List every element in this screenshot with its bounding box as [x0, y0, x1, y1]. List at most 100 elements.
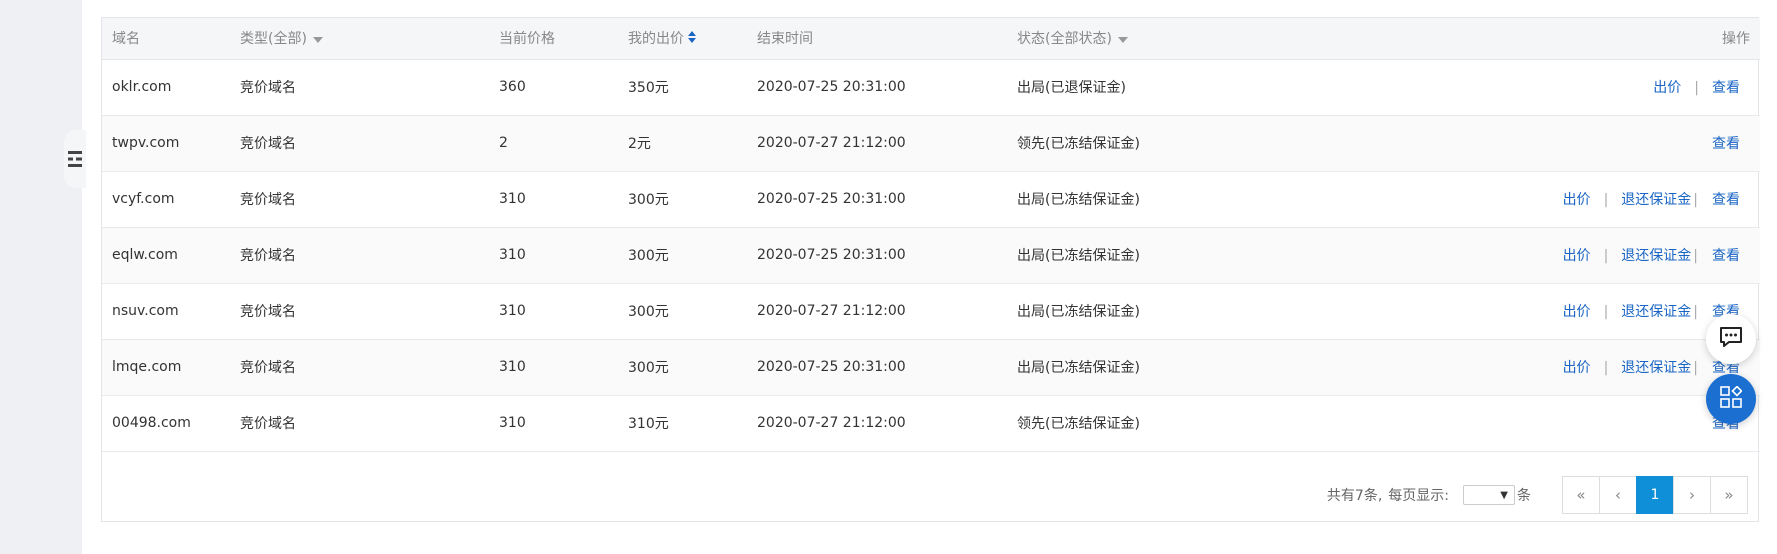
per-page-label: 每页显示: [1388, 488, 1449, 504]
cell-end-time: 2020-07-27 21:12:00 [747, 395, 1007, 452]
cell-current-price: 310 [489, 227, 618, 284]
caret-down-icon [1117, 31, 1128, 47]
pagination: 共有7条, 每页显示: ▼ 条 « ‹ 1 › » [102, 469, 1758, 521]
cell-status: 出局(已冻结保证金) [1007, 339, 1497, 396]
left-sidebar [0, 0, 82, 554]
action-separator: | [1603, 304, 1609, 320]
cell-end-time: 2020-07-25 20:31:00 [747, 59, 1007, 116]
bid-link[interactable]: 出价 [1653, 80, 1681, 96]
last-page-button[interactable]: » [1710, 476, 1748, 514]
column-header-status[interactable]: 状态(全部状态) [1007, 18, 1497, 60]
cell-current-price: 310 [489, 395, 618, 452]
table-row: eqlw.com 竞价域名 310 300元 2020-07-25 20:31:… [102, 227, 1760, 284]
apps-grid-icon [1720, 385, 1743, 412]
column-header-my-bid-label: 我的出价 [628, 31, 684, 48]
cell-current-price: 310 [489, 339, 618, 396]
chat-button[interactable] [1706, 314, 1756, 364]
column-header-my-bid[interactable]: 我的出价 [618, 18, 747, 60]
first-page-button[interactable]: « [1562, 476, 1600, 514]
bid-link[interactable]: 出价 [1563, 248, 1591, 264]
cell-actions: 出价 | 退还保证金 | 查看 [1497, 227, 1760, 284]
cell-domain: eqlw.com [102, 227, 230, 284]
cell-my-bid: 300元 [618, 227, 747, 284]
page-1-button[interactable]: 1 [1636, 476, 1674, 514]
action-separator: | [1693, 192, 1698, 208]
cell-domain: twpv.com [102, 115, 230, 172]
refund-deposit-link[interactable]: 退还保证金 [1621, 304, 1691, 320]
cell-type: 竞价域名 [230, 227, 489, 284]
per-page-select[interactable]: ▼ [1463, 485, 1515, 505]
table-row: lmqe.com 竞价域名 310 300元 2020-07-25 20:31:… [102, 339, 1760, 396]
cell-my-bid: 300元 [618, 283, 747, 340]
refund-deposit-link[interactable]: 退还保证金 [1621, 248, 1691, 264]
cell-end-time: 2020-07-25 20:31:00 [747, 227, 1007, 284]
apps-button[interactable] [1706, 374, 1756, 424]
cell-domain: oklr.com [102, 59, 230, 116]
view-link[interactable]: 查看 [1712, 192, 1740, 208]
cell-domain: vcyf.com [102, 171, 230, 228]
table-row: oklr.com 竞价域名 360 350元 2020-07-25 20:31:… [102, 59, 1760, 116]
column-header-type-label: 类型(全部) [240, 31, 307, 48]
cell-status: 出局(已冻结保证金) [1007, 283, 1497, 340]
action-separator: | [1693, 360, 1698, 376]
refund-deposit-link[interactable]: 退还保证金 [1621, 360, 1691, 376]
per-page-unit: 条 [1517, 488, 1531, 504]
page-buttons: « ‹ 1 › » [1562, 476, 1748, 514]
column-header-domain: 域名 [102, 18, 230, 60]
chat-bubble-icon [1719, 326, 1743, 352]
bid-link[interactable]: 出价 [1563, 304, 1591, 320]
view-link[interactable]: 查看 [1712, 136, 1740, 152]
cell-type: 竞价域名 [230, 59, 489, 116]
cell-actions: 查看 [1497, 115, 1760, 172]
cell-end-time: 2020-07-27 21:12:00 [747, 283, 1007, 340]
column-header-current-price: 当前价格 [489, 18, 618, 60]
cell-domain: lmqe.com [102, 339, 230, 396]
sidebar-toggle[interactable] [64, 130, 86, 188]
cell-my-bid: 300元 [618, 339, 747, 396]
cell-status: 领先(已冻结保证金) [1007, 395, 1497, 452]
table-header-row: 域名 类型(全部) 当前价格 我的出价 结束时间 状态(全部状态) 操作 [102, 18, 1760, 60]
action-separator: | [1603, 192, 1609, 208]
table-row: twpv.com 竞价域名 2 2元 2020-07-27 21:12:00 领… [102, 115, 1760, 172]
table-row: nsuv.com 竞价域名 310 300元 2020-07-27 21:12:… [102, 283, 1760, 340]
action-separator: | [1693, 248, 1698, 264]
cell-my-bid: 310元 [618, 395, 747, 452]
column-header-end-time: 结束时间 [747, 18, 1007, 60]
caret-down-icon [312, 31, 323, 47]
cell-end-time: 2020-07-27 21:12:00 [747, 115, 1007, 172]
cell-current-price: 310 [489, 283, 618, 340]
cell-current-price: 360 [489, 59, 618, 116]
cell-status: 出局(已冻结保证金) [1007, 171, 1497, 228]
action-separator: | [1694, 80, 1699, 96]
cell-status: 领先(已冻结保证金) [1007, 115, 1497, 172]
select-caret-icon: ▼ [1500, 489, 1508, 501]
column-header-type[interactable]: 类型(全部) [230, 18, 489, 60]
refund-deposit-link[interactable]: 退还保证金 [1621, 192, 1691, 208]
cell-status: 出局(已退保证金) [1007, 59, 1497, 116]
menu-collapse-icon [68, 150, 82, 168]
cell-type: 竞价域名 [230, 171, 489, 228]
table-row: vcyf.com 竞价域名 310 300元 2020-07-25 20:31:… [102, 171, 1760, 228]
cell-domain: 00498.com [102, 395, 230, 452]
bid-link[interactable]: 出价 [1563, 192, 1591, 208]
bid-records-panel: 域名 类型(全部) 当前价格 我的出价 结束时间 状态(全部状态) 操作 okl… [101, 17, 1760, 522]
table-row: 00498.com 竞价域名 310 310元 2020-07-27 21:12… [102, 395, 1760, 452]
prev-page-button[interactable]: ‹ [1599, 476, 1637, 514]
bid-link[interactable]: 出价 [1563, 360, 1591, 376]
cell-type: 竞价域名 [230, 283, 489, 340]
cell-current-price: 2 [489, 115, 618, 172]
cell-actions: 出价 | 查看 [1497, 59, 1760, 116]
bid-records-table: 域名 类型(全部) 当前价格 我的出价 结束时间 状态(全部状态) 操作 okl… [102, 18, 1760, 452]
action-separator: | [1603, 248, 1609, 264]
sort-icon [688, 31, 696, 47]
total-count: 共有7条, [1326, 488, 1383, 504]
view-link[interactable]: 查看 [1712, 80, 1740, 96]
cell-type: 竞价域名 [230, 339, 489, 396]
view-link[interactable]: 查看 [1712, 248, 1740, 264]
cell-current-price: 310 [489, 171, 618, 228]
action-separator: | [1603, 360, 1609, 376]
cell-end-time: 2020-07-25 20:31:00 [747, 339, 1007, 396]
next-page-button[interactable]: › [1673, 476, 1711, 514]
cell-actions: 出价 | 退还保证金 | 查看 [1497, 171, 1760, 228]
cell-my-bid: 350元 [618, 59, 747, 116]
